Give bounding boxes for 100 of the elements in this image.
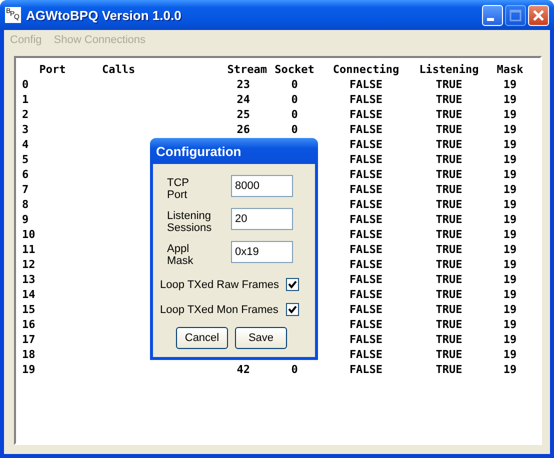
table-cell-text: 15 [21,302,36,317]
table-cell-text: 19 [502,272,518,287]
table-cell-text: FALSE [348,347,384,362]
input-field[interactable]: 8000 [231,174,293,196]
table-cell-text: 19 [502,317,518,332]
table-cell-text: FALSE [348,77,384,92]
column-header: Calls [101,62,136,77]
table-cell-text: FALSE [348,287,384,302]
table-cell-text: FALSE [348,272,384,287]
table-cell-text: 11 [21,242,36,257]
table-cell-text: 9 [21,212,30,227]
table-cell-text: TRUE [434,317,464,332]
table-cell-text: TRUE [434,332,464,347]
table-cell-text: 19 [502,227,518,242]
table-cell-text: TRUE [434,242,464,257]
table-cell-text: 0 [290,122,299,137]
table-cell-text: 19 [502,107,518,122]
table-cell-text: 18 [21,347,36,362]
table-cell-text: 19 [502,182,518,197]
table-cell-text: FALSE [348,167,384,182]
table-cell-text: TRUE [434,227,464,242]
table-cell-text: TRUE [434,122,464,137]
input-field[interactable]: 0x19 [231,240,293,262]
cancel-button[interactable]: Cancel [176,327,228,349]
table-cell-text: 19 [502,287,518,302]
table-cell-text: FALSE [348,137,384,152]
table-cell-text: 0 [21,77,30,92]
table-cell-text: 1 [21,92,30,107]
table-cell-text: 19 [502,347,518,362]
table-cell-text: FALSE [348,182,384,197]
column-header: Connecting [332,62,400,77]
dialog-title: Configuration [156,144,242,158]
table-cell-text: 0 [290,107,299,122]
table-cell-text: 7 [21,182,30,197]
close-button[interactable] [528,4,549,26]
column-header: Port [38,62,67,77]
table-cell-text: 0 [290,77,299,92]
table-cell-text: TRUE [434,257,464,272]
table-cell-text: FALSE [348,332,384,347]
table-cell-text: TRUE [434,167,464,182]
checkbox-label: Loop TXed Raw Frames [160,278,280,290]
table-cell-text: 19 [502,122,518,137]
table-cell-text: TRUE [434,347,464,362]
table-cell-text: FALSE [348,317,384,332]
minimize-button[interactable] [482,4,503,26]
table-cell-text: TRUE [434,182,464,197]
table-cell-text: 19 [502,362,518,377]
table-cell-text: FALSE [348,122,384,137]
table-cell-text: 26 [236,122,251,137]
table-cell-text: 19 [502,257,518,272]
table-cell-text: 19 [21,362,36,377]
table-cell-text: 19 [502,77,518,92]
table-cell-text: FALSE [348,92,384,107]
input-field[interactable]: 20 [231,208,293,230]
table-cell-text: TRUE [434,212,464,227]
field-label: Listening Sessions [167,210,212,234]
table-cell-text: 17 [21,332,36,347]
table-cell-text: FALSE [348,107,384,122]
table-cell-text: 8 [21,197,30,212]
table-cell-text: 19 [502,152,518,167]
table-cell-text: FALSE [348,152,384,167]
table-cell-text: TRUE [434,197,464,212]
table-cell-text: FALSE [348,302,384,317]
table-cell-text: 25 [236,107,251,122]
table-cell-text: TRUE [434,362,464,377]
table-cell-text: 3 [21,122,30,137]
table-cell-text: FALSE [348,212,384,227]
table-cell-text: 6 [21,167,30,182]
table-cell-text: 0 [290,92,299,107]
column-header: Listening [418,62,480,77]
table-cell-text: TRUE [434,107,464,122]
table-cell-text: TRUE [434,77,464,92]
table-cell-text: 42 [236,362,251,377]
minimize-icon [487,18,494,20]
table-cell-text: 24 [236,92,251,107]
table-cell-text: 2 [21,107,30,122]
table-cell-text: 19 [502,167,518,182]
checkbox[interactable] [286,278,299,291]
table-cell-text: TRUE [434,137,464,152]
column-header: Stream [226,62,267,77]
checkbox-label: Loop TXed Mon Frames [160,304,280,316]
table-cell-text: 14 [21,287,36,302]
window-title: AGWtoBPQ Version 1.0.0 [26,8,182,22]
table-cell-text: TRUE [434,302,464,317]
table-cell-text: FALSE [348,197,384,212]
table-cell-text: 19 [502,302,518,317]
table-cell-text: 19 [502,212,518,227]
table-cell-text: 13 [21,272,36,287]
table-cell-text: 12 [21,257,36,272]
table-cell-text: 19 [502,137,518,152]
column-header: Socket [274,62,316,77]
table-cell-text: 19 [502,332,518,347]
save-button[interactable]: Save [235,327,287,349]
checkbox[interactable] [286,303,299,316]
column-header: Mask [496,62,524,77]
field-label: TCP Port [167,176,189,200]
table-cell-text: FALSE [348,257,384,272]
table-cell-text: 23 [236,77,251,92]
table-cell-text: FALSE [348,362,384,377]
table-cell-text: 4 [21,137,30,152]
